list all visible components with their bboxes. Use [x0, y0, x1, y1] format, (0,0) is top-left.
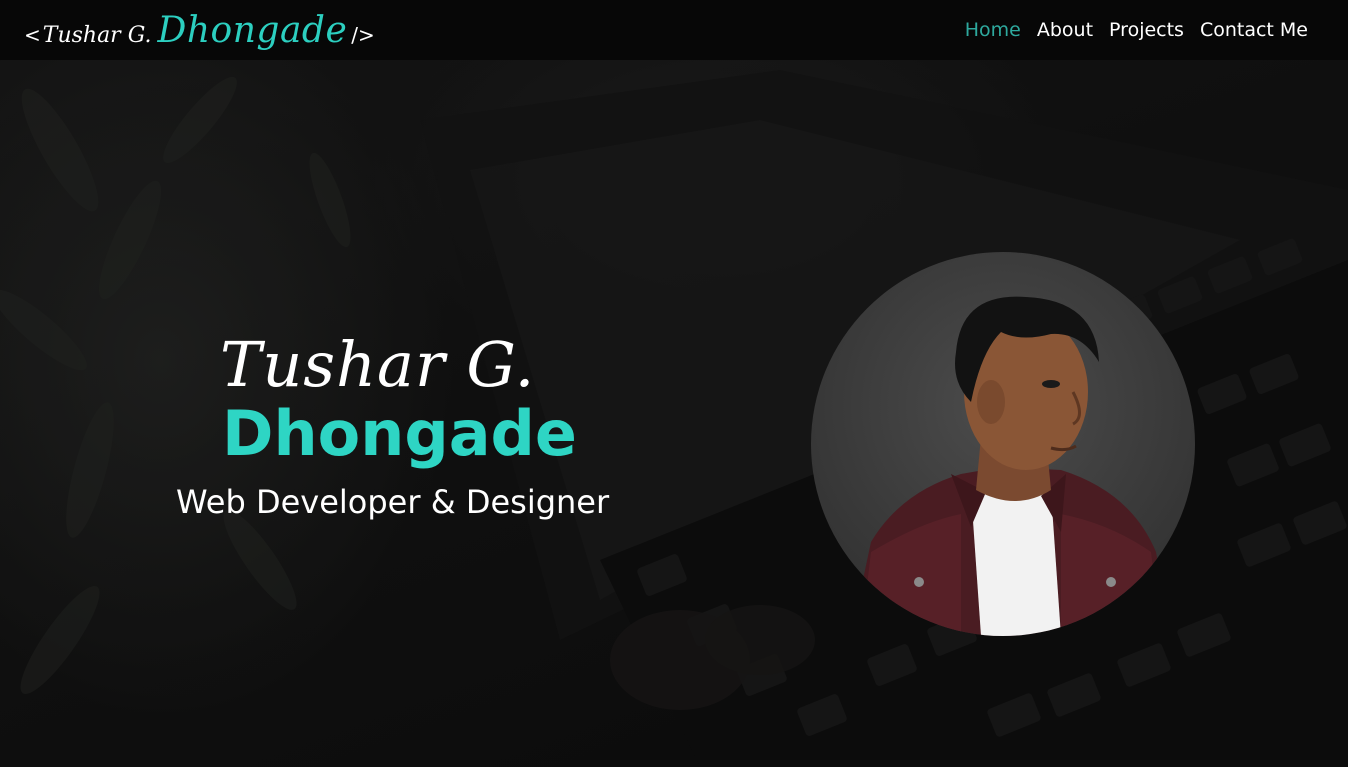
- hero-last-name: Dhongade: [222, 397, 577, 470]
- hero-role: Web Developer & Designer: [176, 483, 610, 521]
- nav-projects-link[interactable]: Projects: [1109, 19, 1184, 41]
- profile-portrait-illustration: [851, 296, 1171, 636]
- brand-first-name: Tushar G.: [42, 22, 152, 48]
- brand-logo[interactable]: < Tushar G. Dhongade />: [24, 10, 375, 51]
- brand-close-bracket: />: [351, 22, 375, 47]
- brand-open-bracket: <: [24, 22, 41, 47]
- hero-intro: Tushar G. Dhongade Web Developer & Desig…: [150, 325, 640, 521]
- hero-first-name: Tushar G.: [220, 328, 536, 401]
- navbar: < Tushar G. Dhongade /> Home About Proje…: [0, 0, 1348, 60]
- nav-contact-link[interactable]: Contact Me: [1200, 19, 1308, 41]
- brand-last-name: Dhongade: [157, 9, 348, 51]
- nav-links: Home About Projects Contact Me: [965, 19, 1308, 41]
- profile-photo: [811, 252, 1195, 636]
- nav-home-link[interactable]: Home: [965, 19, 1021, 41]
- nav-about-link[interactable]: About: [1037, 19, 1093, 41]
